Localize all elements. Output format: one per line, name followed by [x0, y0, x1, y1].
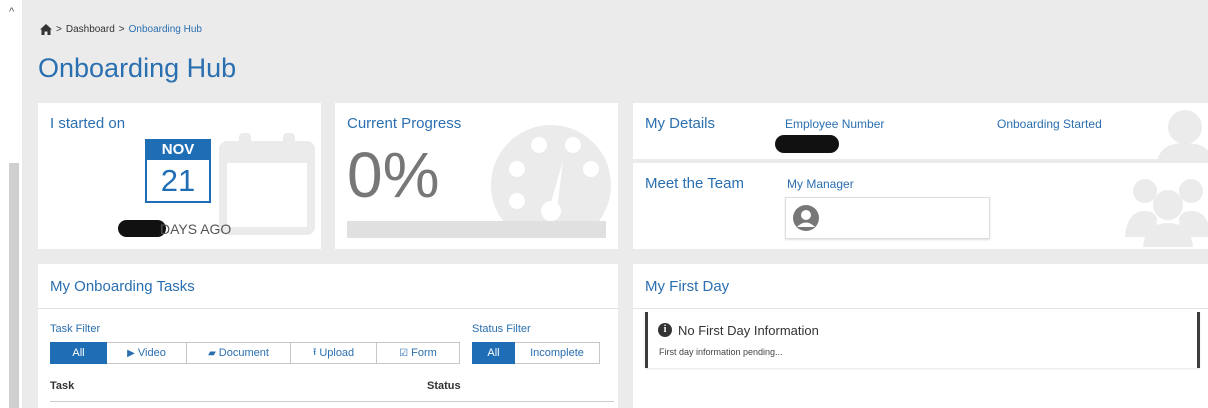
- breadcrumb-current: Onboarding Hub: [128, 24, 202, 35]
- progress-card: Current Progress 0%: [335, 103, 618, 249]
- onboarding-started-label: Onboarding Started: [997, 117, 1102, 131]
- calendar-day: 21: [145, 160, 211, 203]
- group-watermark-icon: [1125, 179, 1208, 247]
- task-filter-all-button[interactable]: All: [50, 342, 107, 364]
- collapse-caret-icon[interactable]: ^: [9, 7, 14, 18]
- status-filter-all-label: All: [487, 347, 500, 359]
- status-filter-all-button[interactable]: All: [472, 342, 515, 364]
- task-filter-group: All ▶ Video ▰ Document ⭱ Upload ☑ Form: [50, 342, 460, 364]
- page-title: Onboarding Hub: [38, 53, 237, 83]
- breadcrumb-separator: >: [118, 24, 125, 35]
- breadcrumb-dashboard[interactable]: Dashboard: [66, 24, 115, 35]
- play-circle-icon: ▶: [127, 347, 135, 359]
- avatar-icon: [793, 205, 819, 231]
- days-ago: DAYS AGO: [118, 220, 231, 237]
- task-filter-upload-label: Upload: [319, 347, 355, 359]
- first-day-card-title: My First Day: [645, 278, 730, 295]
- checkbox-icon: ☑: [399, 347, 409, 359]
- details-card-title: My Details: [645, 115, 716, 132]
- info-icon: i: [658, 323, 672, 337]
- task-filter-form-label: Form: [411, 347, 437, 359]
- task-filter-document-button[interactable]: ▰ Document: [187, 342, 291, 364]
- started-card: I started on NOV 21 DAYS AGO: [38, 103, 321, 249]
- first-day-info-title: No First Day Information: [678, 323, 819, 338]
- task-filter-form-button[interactable]: ☑ Form: [377, 342, 460, 364]
- progress-percentage: 0%: [347, 139, 440, 211]
- my-manager-label: My Manager: [787, 177, 854, 191]
- task-filter-all-label: All: [72, 347, 85, 359]
- calendar-watermark-icon: [219, 133, 315, 235]
- tasks-card-title: My Onboarding Tasks: [50, 278, 195, 295]
- status-filter-label: Status Filter: [472, 323, 531, 335]
- tasks-divider: [38, 308, 618, 309]
- task-filter-label: Task Filter: [50, 323, 101, 335]
- left-rail: ^: [0, 0, 22, 408]
- team-card-title: Meet the Team: [645, 175, 744, 192]
- progress-card-title: Current Progress: [347, 115, 462, 132]
- first-day-info-subtitle: First day information pending...: [659, 347, 783, 357]
- task-filter-upload-button[interactable]: ⭱ Upload: [291, 342, 377, 364]
- status-filter-group: All Incomplete: [472, 342, 600, 364]
- manager-card[interactable]: [785, 197, 990, 239]
- employee-number-label: Employee Number: [785, 117, 885, 131]
- task-filter-video-button[interactable]: ▶ Video: [107, 342, 187, 364]
- book-icon: ▰: [208, 347, 216, 359]
- first-day-divider: [633, 308, 1208, 309]
- started-card-title: I started on: [50, 115, 126, 132]
- redacted-employee-number: [775, 135, 839, 153]
- table-header-divider: [50, 401, 614, 402]
- days-ago-label: DAYS AGO: [160, 220, 232, 237]
- home-icon[interactable]: [40, 24, 52, 35]
- status-filter-incomplete-label: Incomplete: [530, 347, 584, 359]
- user-watermark-icon: [1157, 110, 1208, 159]
- progress-bar: [347, 221, 606, 238]
- upload-icon: ⭱: [312, 346, 317, 358]
- calendar-month: NOV: [145, 139, 211, 160]
- first-day-info-box: i No First Day Information First day inf…: [645, 312, 1200, 368]
- column-header-status[interactable]: Status: [427, 380, 461, 392]
- task-filter-document-label: Document: [218, 347, 269, 359]
- breadcrumb: > Dashboard > Onboarding Hub: [40, 24, 202, 35]
- task-filter-video-label: Video: [137, 347, 166, 359]
- scrollbar[interactable]: [9, 163, 19, 408]
- tasks-card: My Onboarding Tasks Task Filter All ▶ Vi…: [38, 264, 618, 408]
- status-filter-incomplete-button[interactable]: Incomplete: [515, 342, 600, 364]
- details-card: My Details Employee Number Onboarding St…: [633, 103, 1208, 159]
- breadcrumb-separator: >: [56, 24, 62, 35]
- first-day-card: My First Day i No First Day Information …: [633, 264, 1208, 408]
- dashboard-gauge-watermark-icon: [491, 125, 611, 231]
- team-card: Meet the Team My Manager: [633, 163, 1208, 249]
- column-header-task[interactable]: Task: [50, 380, 74, 392]
- redacted-days-count: [118, 220, 166, 237]
